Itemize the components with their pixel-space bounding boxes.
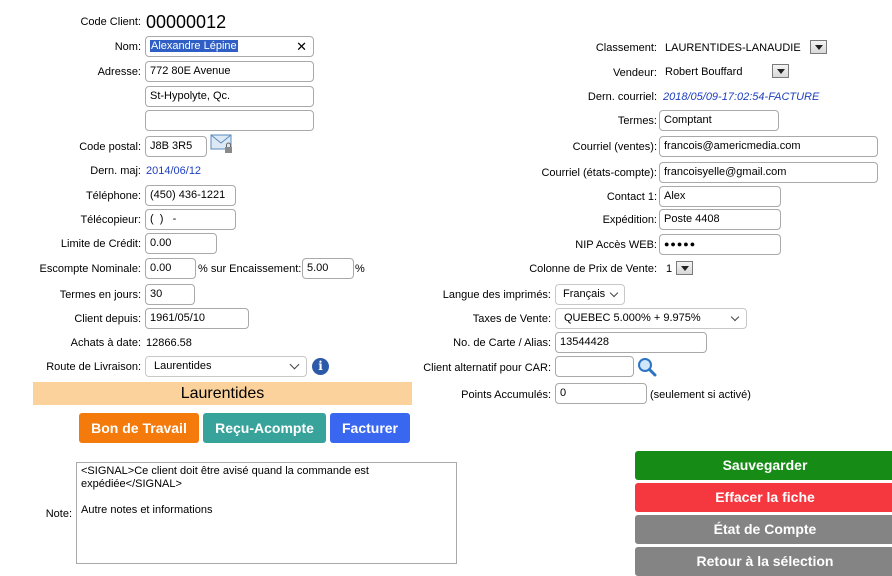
address-line3-field[interactable] [145,110,314,131]
name-value: Alexandre Lépine [150,40,238,52]
terms-days-field[interactable]: 30 [145,284,195,305]
langue-value: Français [563,288,606,300]
chevron-down-icon [676,261,693,275]
vendeur-value: Robert Bouffard [665,66,743,78]
taxes-select[interactable]: QUEBEC 5.000% + 9.975% [555,308,747,329]
colonne-value: 1 [666,263,673,275]
purchases-value: 12866.58 [146,337,192,349]
client-since-field[interactable]: 1961/05/10 [145,308,249,329]
credit-limit-field[interactable]: 0.00 [145,233,217,254]
chevron-down-icon [609,288,619,298]
phone-field[interactable]: (450) 436-1221 [145,185,236,206]
purchases-label: Achats à date: [70,337,141,349]
carte-field[interactable]: 13544428 [555,332,707,353]
dern-courriel-label: Dern. courriel: [587,91,657,103]
facturer-button[interactable]: Facturer [330,413,410,443]
chevron-down-icon [289,359,300,370]
classement-select[interactable]: LAURENTIDES-LANAUDIE [661,38,831,58]
sauvegarder-button[interactable]: Sauvegarder [635,451,892,480]
phone-label: Téléphone: [85,190,141,202]
client-since-label: Client depuis: [74,313,141,325]
route-value: Laurentides [154,360,212,372]
points-note: (seulement si activé) [650,389,751,401]
courriel-etats-label: Courriel (états-compte): [541,167,657,179]
address-line1-field[interactable]: 772 80E Avenue [145,61,314,82]
chevron-down-icon [772,64,789,78]
colonne-label: Colonne de Prix de Vente: [529,263,657,275]
chevron-down-icon [730,312,740,322]
contact-label: Contact 1: [606,191,657,203]
info-icon[interactable]: i [312,358,329,375]
courriel-ventes-field[interactable]: francois@americmedia.com [659,136,878,157]
vendeur-select[interactable]: Robert Bouffard [661,62,793,82]
credit-limit-label: Limite de Crédit: [60,238,141,250]
bon-travail-button[interactable]: Bon de Travail [79,413,199,443]
termes-field[interactable]: Comptant [659,110,779,131]
address-label: Adresse: [97,66,141,78]
taxes-value: QUEBEC 5.000% + 9.975% [564,312,701,324]
note-textarea[interactable]: <SIGNAL>Ce client doit être avisé quand … [76,462,457,564]
discount-label: Escompte Nominale: [39,263,142,275]
courriel-ventes-label: Courriel (ventes): [572,141,657,153]
address-line2-field[interactable]: St-Hypolyte, Qc. [145,86,314,107]
colonne-select[interactable]: 1 [662,259,696,279]
classement-value: LAURENTIDES-LANAUDIE [665,42,801,54]
route-banner: Laurentides [33,382,412,405]
points-field[interactable]: 0 [555,383,647,404]
discount-pct-label: % sur Encaissement: [198,263,302,275]
taxes-label: Taxes de Vente: [472,313,551,325]
route-label: Route de Livraison: [46,361,141,373]
chevron-down-icon [810,40,827,54]
client-code-value: 00000012 [146,12,227,32]
pct-sign: % [355,263,365,275]
retour-button[interactable]: Retour à la sélection [635,547,892,576]
vendeur-label: Vendeur: [612,67,657,79]
langue-label: Langue des imprimés: [442,289,551,301]
points-label: Points Accumulés: [461,389,551,401]
carte-label: No. de Carte / Alias: [453,337,551,349]
car-field[interactable] [555,356,634,377]
last-update-value: 2014/06/12 [146,165,202,177]
fax-field[interactable]: ( ) - [145,209,236,230]
discount-pct-field[interactable]: 5.00 [302,258,354,279]
courriel-etats-field[interactable]: francoisyelle@gmail.com [659,162,878,183]
expedition-label: Expédition: [602,214,657,226]
effacer-button[interactable]: Effacer la fiche [635,483,892,512]
recu-acompte-button[interactable]: Reçu-Acompte [203,413,326,443]
postal-code-label: Code postal: [79,141,141,153]
termes-label: Termes: [617,115,657,127]
clear-icon[interactable]: ✕ [296,37,307,56]
discount-field[interactable]: 0.00 [145,258,196,279]
mail-lock-icon[interactable] [210,133,234,155]
search-icon[interactable] [637,357,657,377]
last-update-label: Dern. maj: [90,165,141,177]
nip-label: NIP Accès WEB: [575,239,657,251]
note-label: Note: [45,508,72,520]
fax-label: Télécopieur: [80,214,141,226]
route-select[interactable]: Laurentides [145,356,307,377]
etat-compte-button[interactable]: État de Compte [635,515,892,544]
name-field[interactable]: Alexandre Lépine ✕ [145,36,314,57]
nip-field[interactable]: ●●●●● [659,234,781,255]
name-label: Nom: [114,41,141,53]
dern-courriel-value: 2018/05/09-17:02:54-FACTURE [663,91,820,103]
expedition-field[interactable]: Poste 4408 [659,209,781,230]
client-code-label: Code Client: [80,16,141,28]
contact-field[interactable]: Alex [659,186,781,207]
classement-label: Classement: [595,42,657,54]
terms-days-label: Termes en jours: [59,289,141,301]
langue-select[interactable]: Français [555,284,625,305]
car-label: Client alternatif pour CAR: [423,362,551,374]
postal-code-field[interactable]: J8B 3R5 [145,136,207,157]
